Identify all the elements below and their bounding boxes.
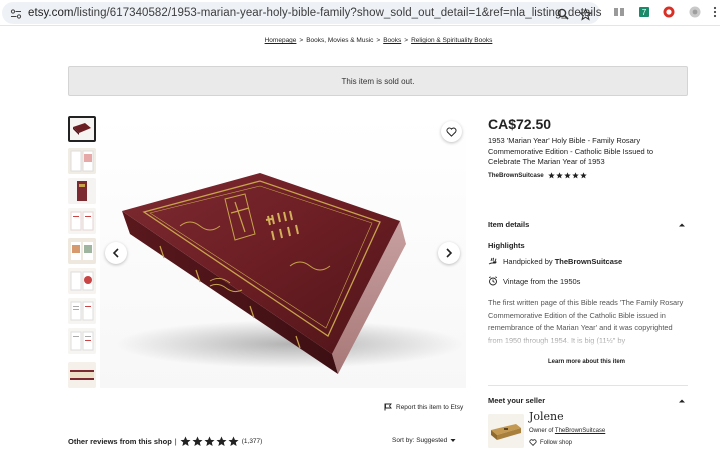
- chevron-up-icon[interactable]: [678, 397, 686, 405]
- seller-name: Jolene: [529, 410, 564, 423]
- star-icon: [555, 172, 563, 179]
- thumbnail-7[interactable]: [68, 298, 96, 324]
- star-icon: [571, 172, 579, 179]
- address-bar[interactable]: etsy.com/listing/617340582/1953-marian-y…: [2, 2, 602, 24]
- shop-rating-line: TheBrownSuitcase: [488, 172, 587, 179]
- sort-label: Sort by: Suggested: [392, 437, 448, 444]
- profile-avatar-icon[interactable]: [688, 5, 702, 19]
- breadcrumb-books-movies-music[interactable]: Books, Movies & Music: [306, 37, 373, 44]
- highlight-vintage: Vintage from the 1950s: [488, 276, 580, 286]
- star-icon: [204, 436, 215, 446]
- star-icon: [547, 172, 555, 179]
- url-path: /listing/617340582/1953-marian-year-holy…: [73, 7, 602, 19]
- previous-image-button[interactable]: [105, 242, 127, 264]
- seller-shop-link[interactable]: TheBrownSuitcase: [555, 428, 605, 434]
- price: CA$72.50: [488, 116, 552, 132]
- chevron-left-icon: [112, 248, 119, 258]
- item-details-heading[interactable]: Item details: [488, 220, 529, 229]
- chevron-right-icon: [446, 248, 453, 258]
- description-fade: [488, 330, 688, 350]
- highlight-handpicked: Handpicked by TheBrownSuitcase: [488, 257, 622, 266]
- star-icon: [228, 436, 239, 446]
- thumbnail-4[interactable]: [68, 208, 96, 234]
- svg-text:7: 7: [642, 8, 647, 17]
- handpicked-shop: TheBrownSuitcase: [554, 257, 623, 266]
- extension-icon[interactable]: 7: [637, 5, 651, 19]
- reviews-count: (1,377): [241, 438, 263, 445]
- star-icon: [216, 436, 227, 446]
- breadcrumb-homepage[interactable]: Homepage: [265, 37, 297, 44]
- seller-owner: Owner of TheBrownSuitcase: [529, 428, 606, 434]
- sort-dropdown[interactable]: Sort by: Suggested: [392, 437, 456, 444]
- reviews-star-rating: [180, 436, 239, 447]
- reviews-title: Other reviews from this shop: [68, 437, 172, 446]
- section-divider: [488, 385, 688, 386]
- star-icon: [579, 172, 587, 179]
- handpicked-prefix: Handpicked by: [503, 257, 555, 266]
- flag-icon: [384, 403, 392, 411]
- listing-title: 1953 'Marian Year' Holy Bible - Family R…: [488, 136, 654, 166]
- breadcrumb-religion-books[interactable]: Religion & Spirituality Books: [411, 37, 492, 44]
- record-extension-icon[interactable]: [662, 5, 676, 19]
- thumbnail-5[interactable]: [68, 238, 96, 264]
- seller-avatar[interactable]: [488, 414, 524, 448]
- breadcrumb-books[interactable]: Books: [383, 37, 401, 44]
- report-item-label: Report this item to Etsy: [396, 403, 464, 411]
- sold-out-banner: This item is sold out.: [68, 66, 688, 96]
- vintage-label: Vintage from the 1950s: [503, 276, 581, 286]
- browser-menu-icon[interactable]: [708, 5, 720, 19]
- star-icon: [180, 436, 191, 446]
- reading-list-icon[interactable]: [612, 5, 626, 19]
- reviews-separator: |: [174, 437, 177, 446]
- breadcrumb: Homepage > Books, Movies & Music > Books > Rel…: [264, 37, 493, 44]
- meet-seller-heading[interactable]: Meet your seller: [488, 396, 545, 405]
- favorite-button[interactable]: [441, 121, 462, 142]
- follow-shop-button[interactable]: Follow shop: [529, 439, 572, 446]
- main-product-image[interactable]: [100, 116, 466, 388]
- learn-more-button[interactable]: Learn more about this item: [548, 359, 625, 365]
- url-host: etsy.com: [28, 7, 74, 19]
- heart-icon: [529, 439, 537, 446]
- shop-star-rating: [547, 172, 587, 179]
- thumbnail-8[interactable]: [68, 328, 96, 354]
- highlights-label: Highlights: [488, 241, 525, 250]
- chevron-up-icon[interactable]: [678, 221, 686, 229]
- heart-icon: [446, 127, 457, 137]
- thumbnail-6[interactable]: [68, 268, 96, 294]
- shop-name-link[interactable]: TheBrownSuitcase: [488, 172, 544, 179]
- next-image-button[interactable]: [438, 242, 460, 264]
- alarm-clock-icon: [488, 276, 498, 286]
- caret-down-icon: [450, 439, 456, 442]
- hand-icon: [488, 257, 497, 265]
- bookmark-star-icon[interactable]: [578, 7, 592, 21]
- site-info-icon[interactable]: [10, 7, 22, 19]
- follow-shop-label: Follow shop: [540, 439, 573, 446]
- report-item-link[interactable]: Report this item to Etsy: [384, 403, 463, 411]
- thumbnail-1[interactable]: [68, 116, 96, 142]
- browser-toolbar: etsy.com/listing/617340582/1953-marian-y…: [0, 0, 720, 26]
- star-icon: [192, 436, 203, 446]
- thumbnail-2[interactable]: [68, 148, 96, 174]
- shop-reviews-header: Other reviews from this shop | (1,377): [68, 436, 262, 447]
- thumbnail-9[interactable]: [68, 362, 96, 388]
- thumbnail-3[interactable]: [68, 178, 96, 204]
- sold-out-text: This item is sold out.: [341, 76, 415, 86]
- zoom-search-icon[interactable]: [556, 7, 570, 21]
- star-icon: [563, 172, 571, 179]
- url-text[interactable]: etsy.com/listing/617340582/1953-marian-y…: [28, 7, 602, 19]
